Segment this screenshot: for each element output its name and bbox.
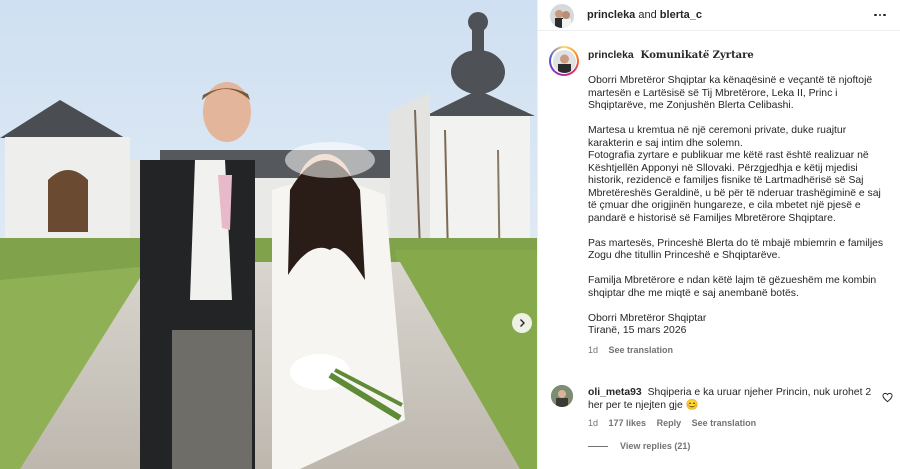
- comment-avatar[interactable]: [551, 385, 573, 407]
- header-user1[interactable]: princleka: [587, 9, 635, 21]
- comment-reply-button[interactable]: Reply: [657, 418, 682, 428]
- caption-paragraph-1: Oborri Mbretëror Shqiptar ka kënaqësinë …: [588, 75, 873, 111]
- caption-title: 𝐊𝐨𝐦𝐮𝐧𝐢𝐤𝐚𝐭𝐞̈ 𝐙𝐲𝐫𝐭𝐚𝐫𝐞: [640, 50, 754, 61]
- carousel-next-button[interactable]: [512, 313, 532, 333]
- comment-username[interactable]: oli_meta93: [588, 387, 642, 398]
- chevron-right-icon: [520, 319, 525, 327]
- caption-signature-1: Oborri Mbretëror Shqiptar: [588, 312, 707, 324]
- wedding-photo-illustration: [0, 0, 537, 469]
- caption-paragraph-5: Familja Mbretërore e ndan këtë lajm të g…: [588, 275, 877, 299]
- caption-text: princleka 𝐊𝐨𝐦𝐮𝐧𝐢𝐤𝐚𝐭𝐞̈ 𝐙𝐲𝐫𝐭𝐚𝐫𝐞 Oborri Mbr…: [588, 50, 888, 356]
- caption-paragraph-4: Pas martesës, Princeshë Blerta do të mba…: [588, 237, 884, 262]
- caption-time[interactable]: 1d: [588, 345, 598, 355]
- more-options-icon[interactable]: [870, 5, 890, 25]
- header-connector: and: [638, 9, 657, 21]
- header-user2[interactable]: blerta_c: [660, 9, 702, 21]
- comment-likes[interactable]: 177 likes: [609, 418, 647, 428]
- comment-see-translation[interactable]: See translation: [692, 418, 757, 428]
- replies-divider: [588, 445, 608, 447]
- heart-icon[interactable]: [882, 390, 893, 408]
- caption-paragraph-3: Fotografia zyrtare e publikuar me këtë r…: [588, 150, 881, 224]
- caption-paragraph-2: Martesa u kremtua në një ceremoni privat…: [588, 125, 847, 149]
- caption-meta: 1d See translation: [588, 344, 888, 357]
- post-photo[interactable]: [0, 0, 537, 469]
- comment-meta: 1d 177 likes Reply See translation: [588, 418, 756, 428]
- comment-text-block: oli_meta93 Shqiperia e ka uruar njeher P…: [588, 386, 878, 412]
- view-replies-button[interactable]: View replies (21): [588, 441, 690, 451]
- comment-time[interactable]: 1d: [588, 418, 598, 428]
- post-header: princleka and blerta_c: [538, 0, 900, 31]
- post-panel: princleka and blerta_c princleka 𝐊𝐨𝐦𝐮𝐧𝐢𝐤…: [537, 0, 900, 469]
- caption-username[interactable]: princleka: [588, 50, 634, 61]
- caption-signature-2: Tiranë, 15 mars 2026: [588, 325, 687, 336]
- caption-avatar[interactable]: [549, 46, 579, 76]
- caption-see-translation[interactable]: See translation: [609, 345, 674, 355]
- header-usernames: princleka and blerta_c: [587, 9, 702, 21]
- header-avatar[interactable]: [550, 4, 574, 28]
- view-replies-label: View replies (21): [620, 441, 691, 451]
